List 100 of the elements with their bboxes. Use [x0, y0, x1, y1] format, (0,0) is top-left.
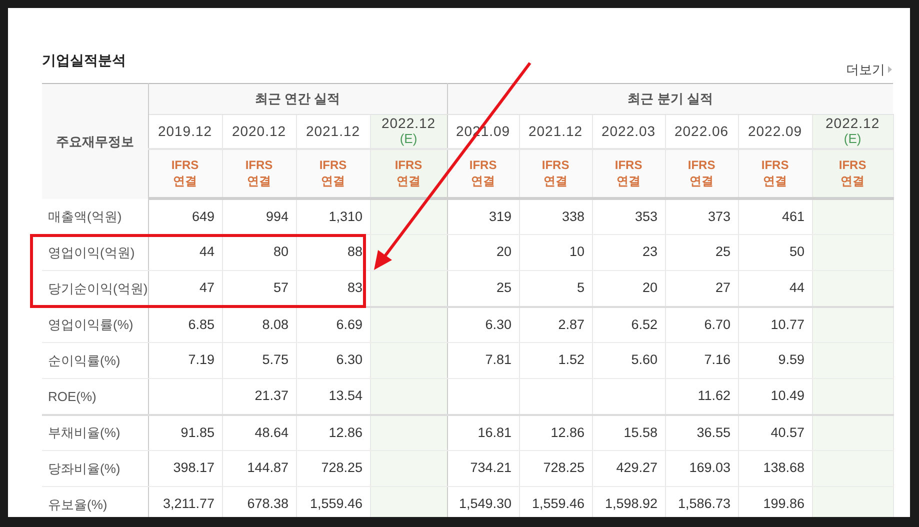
estimate-mark: (E)	[398, 131, 418, 146]
period-label: 2022.12	[824, 116, 881, 132]
table-cell: 36.55	[665, 414, 738, 450]
table-cell: 27	[665, 270, 738, 306]
table-cell: 461	[738, 198, 812, 234]
table-cell: 9.59	[738, 342, 812, 378]
row-label: 영업이익(억원)	[42, 234, 148, 270]
period-label: 2022.09	[746, 124, 804, 139]
table-cell: 429.27	[592, 450, 666, 486]
table-cell: 2.87	[519, 306, 592, 342]
table-cell: 353	[592, 198, 666, 234]
caret-icon	[888, 66, 892, 73]
basis-label: IFRS	[760, 157, 790, 174]
table-cell: 1,310	[296, 198, 370, 234]
table-cell: 25	[447, 270, 520, 306]
table-cell: 57	[222, 270, 296, 306]
basis-label: 연결	[688, 173, 715, 190]
basis-label: IFRS	[318, 157, 348, 174]
table-cell: 144.87	[222, 450, 296, 486]
table-cell: 1,559.46	[296, 486, 370, 517]
more-link[interactable]: 더보기	[846, 60, 892, 79]
basis-label: IFRS	[170, 157, 200, 174]
table-cell: 11.62	[665, 378, 738, 414]
basis-label: IFRS	[686, 157, 716, 174]
table-cell: 1,598.92	[592, 486, 666, 517]
table-cell: 20	[447, 234, 520, 270]
row-label: 매출액(억원)	[42, 198, 148, 234]
table-cell: 80	[222, 234, 296, 270]
table-cell: 1,586.73	[665, 486, 738, 517]
table-cell: 994	[222, 198, 296, 234]
table-cell: 15.58	[592, 414, 666, 450]
table-cell: 5.75	[222, 342, 296, 378]
table-cell: 20	[592, 270, 666, 306]
table-cell: 47	[148, 270, 222, 306]
table-cell: 398.17	[148, 450, 222, 486]
table-cell: 6.69	[296, 306, 370, 342]
basis-label: 연결	[396, 173, 422, 190]
section-header: 최근 연간 실적	[148, 84, 448, 114]
basis-label: IFRS	[468, 157, 498, 174]
table-cell: 1,559.46	[519, 486, 592, 517]
row-label: 부채비율(%)	[42, 414, 148, 450]
table-cell: 338	[519, 198, 592, 234]
table-cell: 25	[665, 234, 738, 270]
table-cell: 6.30	[447, 306, 520, 342]
period-label: 2022.03	[600, 124, 657, 139]
table-cell: 12.86	[519, 414, 592, 450]
table-cell: 13.54	[296, 378, 370, 414]
table-cell: 7.81	[447, 342, 520, 378]
section-header: 최근 분기 실적	[447, 84, 894, 114]
row-label: 유보율(%)	[42, 486, 148, 517]
table-cell: 649	[148, 198, 222, 234]
table-cell: 7.16	[665, 342, 738, 378]
basis-label: 연결	[542, 173, 569, 190]
table-cell: 50	[738, 234, 812, 270]
table-cell: 10.77	[738, 306, 812, 342]
basis-label: 연결	[246, 173, 272, 190]
table-cell: 169.03	[665, 450, 738, 486]
table-cell: 1,549.30	[447, 486, 520, 517]
table-cell: 6.85	[148, 306, 222, 342]
basis-label: IFRS	[244, 157, 274, 174]
row-label: 순이익률(%)	[42, 342, 148, 378]
table-cell: 91.85	[148, 414, 222, 450]
table-cell: 199.86	[738, 486, 812, 517]
basis-label: 연결	[762, 173, 788, 190]
basis-label: IFRS	[614, 157, 644, 174]
table-cell: 5	[519, 270, 592, 306]
table-cell: 48.64	[222, 414, 296, 450]
table-cell: 728.25	[519, 450, 592, 486]
table-cell: 138.68	[738, 450, 812, 486]
table-cell: 6.70	[665, 306, 738, 342]
table-cell: 23	[592, 234, 666, 270]
basis-label: 연결	[840, 173, 866, 190]
basis-label: 연결	[470, 173, 496, 190]
table-cell: 3,211.77	[148, 486, 222, 517]
row-label: 영업이익률(%)	[42, 306, 148, 342]
period-label: 2022.06	[673, 124, 730, 139]
basis-label: IFRS	[838, 157, 868, 174]
table-cell: 373	[665, 198, 738, 234]
table-cell: 5.60	[592, 342, 666, 378]
table-cell: 319	[447, 198, 520, 234]
table-cell: 40.57	[738, 414, 812, 450]
table-cell: 21.37	[222, 378, 296, 414]
period-label: 2022.12	[380, 116, 437, 132]
table-cell: 734.21	[447, 450, 520, 486]
table-cell: 1.52	[519, 342, 592, 378]
estimate-mark: (E)	[842, 131, 862, 146]
header-cell: 주요재무정보	[42, 84, 148, 198]
basis-label: 연결	[172, 173, 198, 190]
table-cell: 44	[148, 234, 222, 270]
table-cell: 10.49	[738, 378, 812, 414]
period-label: 2021.12	[527, 124, 584, 139]
table-cell: 6.30	[296, 342, 370, 378]
table-cell: 728.25	[296, 450, 370, 486]
table-cell: 8.08	[222, 306, 296, 342]
period-label: 2019.12	[156, 124, 214, 139]
table-cell: 6.52	[592, 306, 666, 342]
table-cell: 678.38	[222, 486, 296, 517]
row-label: 당좌비율(%)	[42, 450, 148, 486]
period-label: 2020.12	[230, 124, 288, 139]
period-label: 2021.12	[304, 124, 362, 139]
